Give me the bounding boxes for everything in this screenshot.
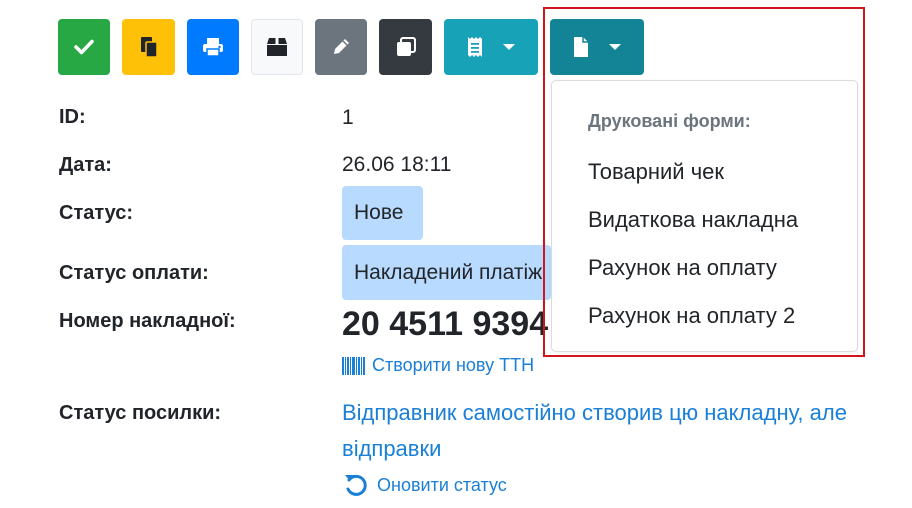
pencil-icon — [334, 39, 349, 54]
menu-item-invoice-2[interactable]: Рахунок на оплату 2 — [588, 303, 795, 329]
date-label: Дата: — [59, 154, 112, 176]
parcel-status-line-1[interactable]: Відправник самостійно створив цю накладн… — [342, 400, 847, 426]
print-forms-header: Друковані форми: — [588, 111, 751, 131]
print-forms-menu: Друковані форми: Товарний чек Видаткова … — [551, 80, 858, 352]
copy-icon — [140, 37, 158, 58]
create-ttn-link[interactable]: Створити нову ТТН — [342, 355, 534, 376]
file-icon — [574, 37, 588, 57]
parcel-status-label: Статус посилки: — [59, 402, 222, 424]
date-value: 26.06 18:11 — [342, 153, 452, 176]
parcel-status-line-2[interactable]: відправки — [342, 436, 441, 462]
print-forms-dropdown-button[interactable] — [550, 19, 644, 75]
confirm-button[interactable] — [58, 19, 110, 75]
refresh-icon — [345, 474, 367, 496]
refresh-status-label[interactable]: Оновити статус — [377, 475, 507, 496]
status-label: Статус: — [59, 202, 134, 224]
waybill-number: 20 4511 9394 — [342, 305, 549, 343]
id-label: ID: — [59, 106, 86, 128]
menu-item-invoice[interactable]: Рахунок на оплату — [588, 255, 777, 281]
duplicate-button[interactable] — [379, 19, 432, 75]
edit-button[interactable] — [315, 19, 367, 75]
status-badge: Нове — [342, 186, 423, 240]
receipt-dropdown-button[interactable] — [444, 19, 538, 75]
receipt-icon — [468, 37, 482, 57]
menu-item-sales-receipt[interactable]: Товарний чек — [588, 159, 724, 185]
clone-icon — [396, 37, 416, 56]
refresh-status-link[interactable]: Оновити статус — [343, 472, 507, 498]
menu-item-delivery-note[interactable]: Видаткова накладна — [588, 207, 798, 233]
check-icon — [74, 39, 94, 55]
barcode-icon — [342, 356, 365, 375]
box-icon — [267, 38, 287, 56]
waybill-label: Номер накладної: — [59, 310, 236, 332]
create-ttn-link-label[interactable]: Створити нову ТТН — [372, 355, 534, 376]
package-button[interactable] — [251, 19, 303, 75]
payment-status-label: Статус оплати: — [59, 262, 209, 284]
payment-status-badge: Накладений платіж — [342, 245, 551, 300]
chevron-down-icon — [609, 44, 621, 50]
id-value: 1 — [342, 106, 354, 129]
print-button[interactable] — [187, 19, 239, 75]
print-icon — [203, 38, 223, 57]
copy-button[interactable] — [122, 19, 175, 75]
chevron-down-icon — [503, 44, 515, 50]
